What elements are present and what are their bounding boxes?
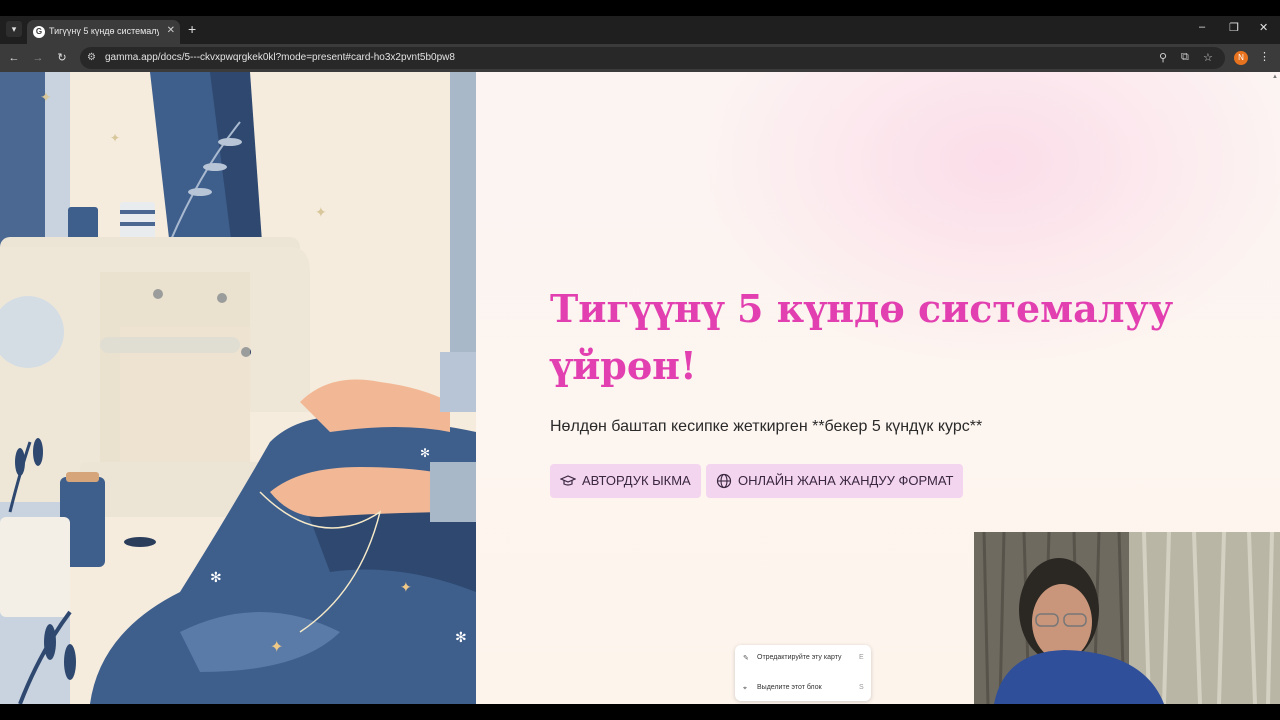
profile-avatar[interactable]: N: [1234, 51, 1248, 65]
tab-strip: ▾ G Тигүүнү 5 күндө системалуу үй ✕ + – …: [0, 16, 1280, 44]
globe-icon: [716, 473, 732, 489]
popup-item-label: Отредактируйте эту карту: [757, 654, 842, 661]
reload-icon[interactable]: ↻: [54, 50, 70, 66]
address-bar[interactable]: ⚙ gamma.app/docs/5---ckvxpwqrgkek0kl?mod…: [80, 47, 1225, 69]
bottom-black-bar: [0, 704, 1280, 720]
top-black-bar: [0, 0, 1280, 16]
popup-item-shortcut: E: [859, 654, 864, 661]
bookmark-star-icon[interactable]: ☆: [1203, 51, 1213, 64]
chip-online-format: ОНЛАЙН ЖАНА ЖАНДУУ ФОРМАТ: [706, 464, 964, 498]
menu-icon[interactable]: ⋮: [1259, 50, 1270, 63]
graduation-cap-icon: [560, 475, 576, 486]
select-block-icon: ⌖: [743, 685, 747, 692]
slide-title: Тигүүнү 5 күндө системалуу үйрөн!: [550, 286, 1174, 388]
zoom-icon[interactable]: ⚲: [1159, 51, 1167, 64]
svg-text:✦: ✦: [400, 580, 412, 596]
forward-icon[interactable]: →: [30, 50, 46, 66]
popup-item-select-block[interactable]: ⌖ Выделите этот блок S: [743, 683, 867, 693]
svg-text:✦: ✦: [270, 637, 283, 656]
tab-title: Тигүүнү 5 күндө системалуу үй: [49, 26, 159, 36]
browser-toolbar: ← → ↻ ⚙ gamma.app/docs/5---ckvxpwqrgkek0…: [0, 44, 1280, 72]
card-context-popup: ✎ Отредактируйте эту карту E ⌖ Выделите …: [735, 645, 871, 701]
install-app-icon[interactable]: ⧉: [1181, 51, 1189, 64]
chip-label: АВТОРДУК ЫКМА: [582, 473, 691, 488]
svg-text:✻: ✻: [210, 570, 222, 586]
webcam-overlay: [974, 532, 1280, 704]
svg-text:✻: ✻: [455, 630, 467, 646]
chip-author-method: АВТОРДУК ЫКМА: [550, 464, 701, 498]
new-tab-icon[interactable]: +: [188, 21, 196, 37]
svg-text:✻: ✻: [420, 446, 430, 460]
pencil-icon: ✎: [743, 655, 749, 662]
svg-text:✦: ✦: [315, 205, 327, 221]
popup-item-shortcut: S: [859, 684, 864, 691]
popup-item-edit-card[interactable]: ✎ Отредактируйте эту карту E: [743, 653, 867, 673]
sewing-machine-illustration: ✦ ✦ ✦ ✻ ✻ ✦ ✦ ✻: [0, 72, 476, 704]
minimize-icon[interactable]: –: [1199, 21, 1205, 33]
slide-subtitle: Нөлдөн баштап кесипке жеткирген **бекер …: [550, 418, 983, 435]
browser-tab[interactable]: G Тигүүнү 5 күндө системалуу үй ✕: [27, 20, 180, 44]
site-info-icon[interactable]: ⚙: [87, 52, 96, 63]
back-icon[interactable]: ←: [6, 50, 22, 66]
tab-favicon: G: [33, 26, 45, 38]
page-content: ✦ ✦ ✦ ✻ ✻ ✦ ✦ ✻ Тигүүнү 5 күндө системал…: [0, 72, 1280, 704]
svg-text:✦: ✦: [40, 90, 52, 106]
url-text: gamma.app/docs/5---ckvxpwqrgkek0kl?mode=…: [105, 52, 455, 63]
svg-text:✦: ✦: [110, 131, 120, 145]
popup-item-label: Выделите этот блок: [757, 684, 822, 691]
window-close-icon[interactable]: ✕: [1259, 21, 1268, 34]
restore-icon[interactable]: ❐: [1229, 21, 1239, 34]
scroll-up-icon[interactable]: ▲: [1272, 74, 1278, 80]
close-icon[interactable]: ✕: [167, 25, 175, 36]
tab-list-icon[interactable]: ▾: [6, 21, 22, 37]
chip-label: ОНЛАЙН ЖАНА ЖАНДУУ ФОРМАТ: [738, 473, 954, 488]
